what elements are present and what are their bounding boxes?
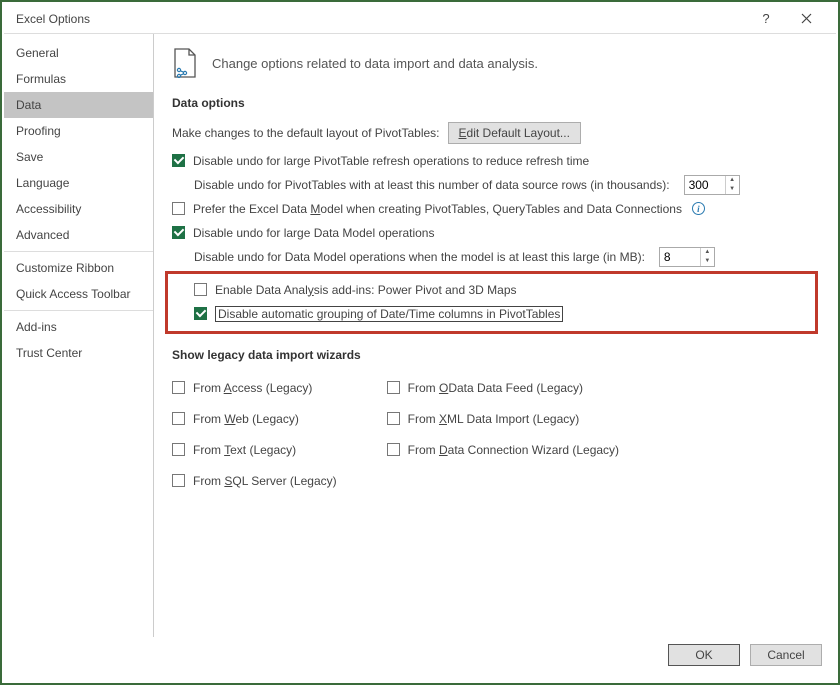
checkbox-prefer-data-model[interactable] xyxy=(172,202,185,215)
label-legacy-text: From Text (Legacy) xyxy=(193,443,296,457)
pt-default-label: Make changes to the default layout of Pi… xyxy=(172,126,440,140)
label-enable-analysis: Enable Data Analysis add-ins: Power Pivo… xyxy=(215,283,517,297)
sidebar-item-qat[interactable]: Quick Access Toolbar xyxy=(4,281,153,307)
page-description: Change options related to data import an… xyxy=(212,56,538,71)
label-legacy-access: From Access (Legacy) xyxy=(193,381,312,395)
label-legacy-sqlserver: From SQL Server (Legacy) xyxy=(193,474,337,488)
sidebar-item-formulas[interactable]: Formulas xyxy=(4,66,153,92)
close-icon[interactable] xyxy=(786,5,826,33)
sidebar-item-advanced[interactable]: Advanced xyxy=(4,222,153,248)
checkbox-legacy-web[interactable] xyxy=(172,412,185,425)
sidebar-item-data[interactable]: Data xyxy=(4,92,153,118)
sidebar-item-proofing[interactable]: Proofing xyxy=(4,118,153,144)
window-title: Excel Options xyxy=(16,12,746,26)
label-prefer-data-model: Prefer the Excel Data Model when creatin… xyxy=(193,202,682,216)
label-legacy-odata: From OData Data Feed (Legacy) xyxy=(408,381,583,395)
input-pt-rows[interactable] xyxy=(685,176,725,194)
ok-button[interactable]: OK xyxy=(668,644,740,666)
spinner-dm-mb[interactable]: ▲ ▼ xyxy=(659,247,715,267)
checkbox-enable-analysis[interactable] xyxy=(194,283,207,296)
checkbox-legacy-xml[interactable] xyxy=(387,412,400,425)
sidebar-item-general[interactable]: General xyxy=(4,40,153,66)
checkbox-legacy-dcw[interactable] xyxy=(387,443,400,456)
help-icon[interactable]: ? xyxy=(746,5,786,33)
label-disable-undo-pt: Disable undo for large PivotTable refres… xyxy=(193,154,589,168)
label-disable-undo-dm: Disable undo for large Data Model operat… xyxy=(193,226,434,240)
sidebar-item-language[interactable]: Language xyxy=(4,170,153,196)
spinner-up-icon[interactable]: ▲ xyxy=(726,176,739,185)
input-dm-mb[interactable] xyxy=(660,248,700,266)
spinner-up-icon[interactable]: ▲ xyxy=(701,248,714,257)
label-legacy-web: From Web (Legacy) xyxy=(193,412,299,426)
spinner-down-icon[interactable]: ▼ xyxy=(701,257,714,266)
info-icon[interactable]: i xyxy=(692,202,705,215)
label-disable-auto-group: Disable automatic grouping of Date/Time … xyxy=(215,306,563,322)
label-pt-rows: Disable undo for PivotTables with at lea… xyxy=(194,178,670,192)
checkbox-disable-undo-dm[interactable] xyxy=(172,226,185,239)
checkbox-legacy-text[interactable] xyxy=(172,443,185,456)
cancel-button[interactable]: Cancel xyxy=(750,644,822,666)
label-dm-mb: Disable undo for Data Model operations w… xyxy=(194,250,645,264)
label-legacy-xml: From XML Data Import (Legacy) xyxy=(408,412,580,426)
checkbox-legacy-sqlserver[interactable] xyxy=(172,474,185,487)
checkbox-disable-undo-pt[interactable] xyxy=(172,154,185,167)
annotation-highlight: Enable Data Analysis add-ins: Power Pivo… xyxy=(165,271,818,334)
sidebar-item-addins[interactable]: Add-ins xyxy=(4,314,153,340)
section-legacy-wizards: Show legacy data import wizards xyxy=(172,348,818,362)
spinner-down-icon[interactable]: ▼ xyxy=(726,185,739,194)
sidebar-item-save[interactable]: Save xyxy=(4,144,153,170)
data-page-icon xyxy=(172,48,198,78)
checkbox-disable-auto-group[interactable] xyxy=(194,307,207,320)
label-legacy-dcw: From Data Connection Wizard (Legacy) xyxy=(408,443,619,457)
section-data-options: Data options xyxy=(172,96,818,110)
checkbox-legacy-access[interactable] xyxy=(172,381,185,394)
checkbox-legacy-odata[interactable] xyxy=(387,381,400,394)
sidebar-item-trust-center[interactable]: Trust Center xyxy=(4,340,153,366)
sidebar-item-customize-ribbon[interactable]: Customize Ribbon xyxy=(4,255,153,281)
category-sidebar: General Formulas Data Proofing Save Lang… xyxy=(4,34,154,637)
sidebar-item-accessibility[interactable]: Accessibility xyxy=(4,196,153,222)
spinner-pt-rows[interactable]: ▲ ▼ xyxy=(684,175,740,195)
edit-default-layout-button[interactable]: Edit Default Layout... xyxy=(448,122,581,144)
